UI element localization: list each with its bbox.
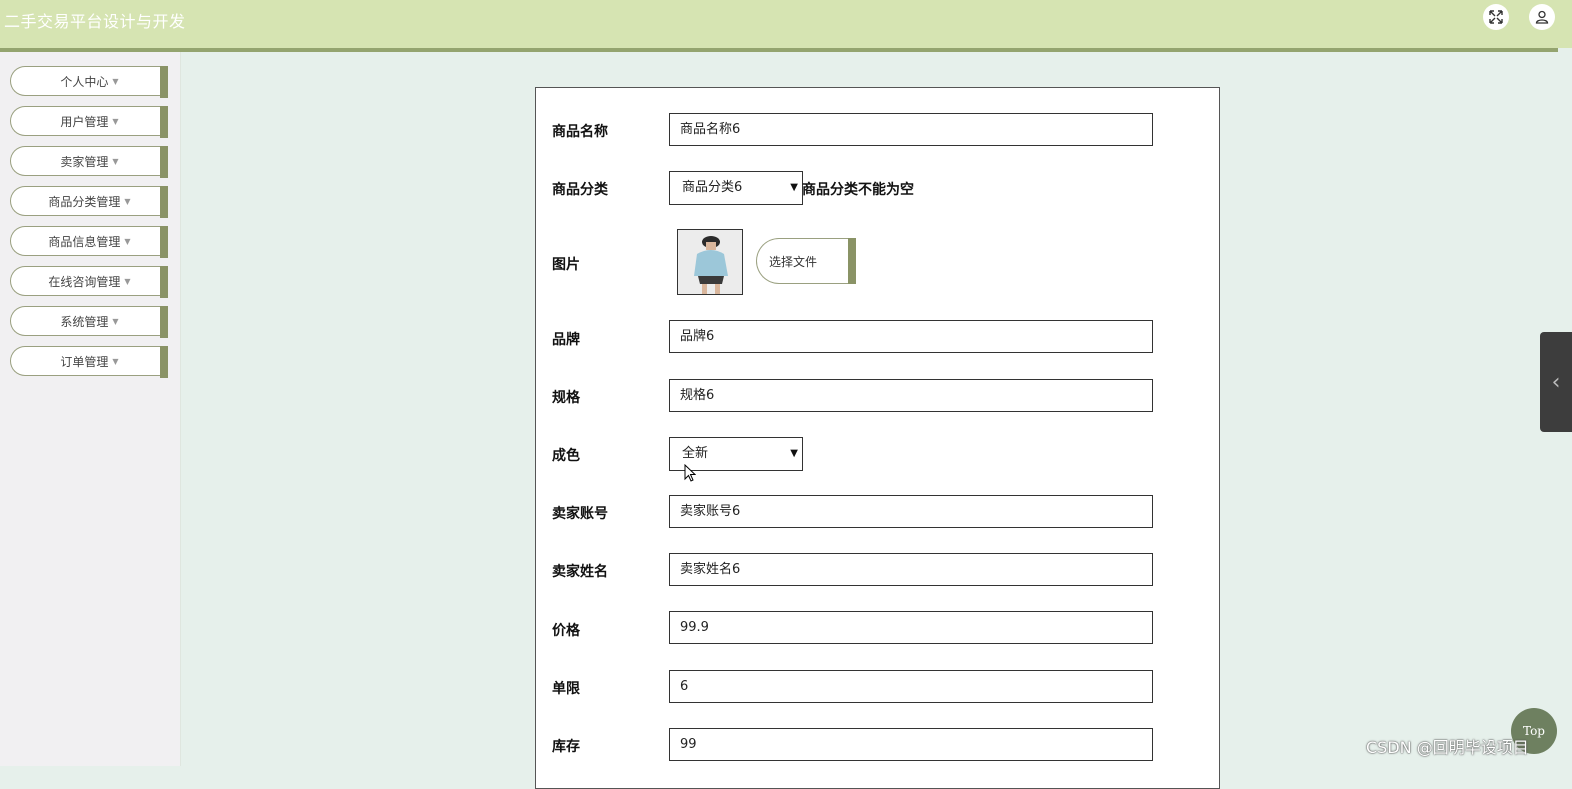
price-label: 价格 (552, 623, 580, 639)
category-select[interactable]: 商品分类6 ▼ (669, 171, 803, 205)
chevron-down-icon: ▼ (790, 182, 798, 193)
sidebar-item-category-management[interactable]: 商品分类管理 ▼ (10, 186, 168, 218)
top-header: 二手交易平台设计与开发 (0, 0, 1572, 48)
header-divider (0, 48, 1558, 52)
limit-label: 单限 (552, 681, 580, 697)
seller-account-input[interactable]: 卖家账号6 (669, 495, 1153, 528)
product-name-input[interactable]: 商品名称6 (669, 113, 1153, 146)
sidebar-item-consult-management[interactable]: 在线咨询管理 ▼ (10, 266, 168, 298)
category-select-value: 商品分类6 (682, 180, 743, 195)
category-label: 商品分类 (552, 182, 608, 198)
brand-label: 品牌 (552, 332, 580, 348)
chevron-down-icon: ▼ (790, 448, 798, 459)
sidebar-item-label: 商品分类管理 (48, 194, 121, 209)
sidebar-item-user-management[interactable]: 用户管理 ▼ (10, 106, 168, 138)
sidebar-item-label: 卖家管理 (60, 154, 109, 169)
user-icon (1535, 10, 1549, 24)
user-menu-button[interactable] (1529, 4, 1555, 30)
fullscreen-button[interactable] (1483, 4, 1509, 30)
caret-down-icon: ▼ (112, 316, 119, 326)
mouse-cursor-icon (684, 464, 696, 482)
spec-input[interactable]: 规格6 (669, 379, 1153, 412)
product-name-label: 商品名称 (552, 124, 608, 140)
product-form: 商品名称 商品名称6 商品分类 商品分类6 ▼ 商品分类不能为空 图片 选择文件… (535, 87, 1220, 789)
seller-account-label: 卖家账号 (552, 506, 608, 522)
category-error: 商品分类不能为空 (802, 182, 914, 198)
sidebar-item-order-management[interactable]: 订单管理 ▼ (10, 346, 168, 378)
product-photo (678, 230, 742, 294)
sidebar: 个人中心 ▼ 用户管理 ▼ 卖家管理 ▼ 商品分类管理 ▼ 商品信息管理 ▼ 在线咨询管理… (0, 52, 181, 766)
stock-label: 库存 (552, 739, 580, 755)
sidebar-item-label: 商品信息管理 (48, 234, 121, 249)
product-image-thumbnail[interactable] (677, 229, 743, 295)
side-panel-toggle[interactable]: ‹ (1540, 332, 1572, 432)
sidebar-item-label: 用户管理 (60, 114, 109, 129)
seller-name-input[interactable]: 卖家姓名6 (669, 553, 1153, 586)
watermark: CSDN @回明毕设项目 (1366, 738, 1529, 757)
sidebar-item-label: 系统管理 (60, 314, 109, 329)
condition-select-value: 全新 (682, 446, 709, 461)
caret-down-icon: ▼ (112, 116, 119, 126)
sidebar-item-label: 在线咨询管理 (48, 274, 121, 289)
caret-down-icon: ▼ (112, 356, 119, 366)
condition-label: 成色 (552, 448, 580, 464)
sidebar-item-seller-management[interactable]: 卖家管理 ▼ (10, 146, 168, 178)
expand-arrows-icon (1489, 10, 1503, 24)
seller-name-label: 卖家姓名 (552, 564, 608, 580)
caret-down-icon: ▼ (124, 236, 131, 246)
sidebar-item-label: 订单管理 (60, 354, 109, 369)
brand-input[interactable]: 品牌6 (669, 320, 1153, 353)
sidebar-item-personal-center[interactable]: 个人中心 ▼ (10, 66, 168, 98)
price-input[interactable]: 99.9 (669, 611, 1153, 644)
app-title: 二手交易平台设计与开发 (4, 12, 186, 31)
sidebar-item-system-management[interactable]: 系统管理 ▼ (10, 306, 168, 338)
caret-down-icon: ▼ (124, 276, 131, 286)
caret-down-icon: ▼ (112, 76, 119, 86)
spec-label: 规格 (552, 390, 580, 406)
limit-input[interactable]: 6 (669, 670, 1153, 703)
image-label: 图片 (552, 257, 580, 273)
choose-file-button[interactable]: 选择文件 (756, 238, 856, 284)
caret-down-icon: ▼ (124, 196, 131, 206)
choose-file-label: 选择文件 (769, 254, 818, 269)
stock-input[interactable]: 99 (669, 728, 1153, 761)
chevron-left-icon: ‹ (1551, 369, 1561, 395)
sidebar-item-label: 个人中心 (60, 74, 109, 89)
caret-down-icon: ▼ (112, 156, 119, 166)
sidebar-item-product-management[interactable]: 商品信息管理 ▼ (10, 226, 168, 258)
